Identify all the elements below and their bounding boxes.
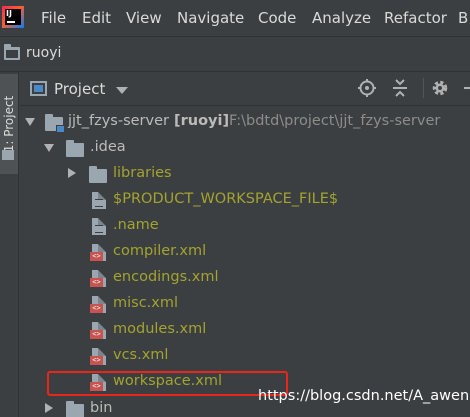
breadcrumb-project[interactable]: ruoyi: [26, 45, 61, 61]
folder-icon: [66, 140, 84, 157]
text-file-icon: [92, 192, 106, 209]
menu-analyze[interactable]: Analyze: [312, 9, 371, 27]
xml-file-icon: <>: [90, 270, 106, 287]
menu-refactor[interactable]: Refactor: [384, 9, 447, 27]
xml-file-icon: <>: [90, 296, 106, 313]
text-file-icon: [92, 218, 106, 235]
tree-root-module: [ruoyi]: [174, 113, 230, 129]
menu-bar: IJ File Edit View Navigate Code Analyze …: [0, 0, 470, 36]
xml-file-icon: <>: [90, 322, 106, 339]
locate-target-icon[interactable]: [357, 78, 377, 98]
panel-title[interactable]: Project: [54, 80, 105, 98]
tree-file[interactable]: misc.xml: [113, 294, 178, 312]
hide-panel-icon[interactable]: [458, 78, 470, 98]
watermark-text: https://blog.csdn.net/A_awen: [258, 388, 470, 404]
xml-file-icon: <>: [90, 244, 106, 261]
module-folder-icon: [45, 114, 65, 133]
menu-code[interactable]: Code: [258, 9, 296, 27]
collapse-arrow-icon[interactable]: [68, 168, 76, 178]
project-view-icon: [30, 81, 47, 96]
folder-icon: [66, 401, 84, 417]
folder-icon: [4, 44, 20, 60]
highlight-annotation: [47, 371, 288, 396]
menu-navigate[interactable]: Navigate: [177, 9, 244, 27]
tree-file[interactable]: vcs.xml: [113, 346, 168, 364]
gear-icon[interactable]: [430, 78, 450, 98]
expand-arrow-icon[interactable]: [44, 144, 54, 152]
tree-root-path: F:\bdtd\project\jjt_fzys-server: [229, 113, 441, 129]
navigation-bar: [0, 36, 470, 72]
tree-file[interactable]: $PRODUCT_WORKSPACE_FILE$: [113, 190, 338, 208]
project-tool-tab-label: 1: Project: [2, 95, 16, 153]
tree-file[interactable]: encodings.xml: [113, 268, 218, 286]
intellij-logo-icon: IJ: [2, 6, 24, 28]
tree-root-name[interactable]: jjt_fzys-server: [68, 112, 169, 130]
tree-bin-folder[interactable]: bin: [90, 399, 112, 417]
tree-libraries-folder[interactable]: libraries: [113, 164, 172, 182]
xml-file-icon: <>: [90, 348, 106, 365]
tree-file[interactable]: .name: [113, 216, 159, 234]
folder-icon: [89, 166, 107, 183]
menu-file[interactable]: File: [41, 9, 66, 27]
tree-file[interactable]: compiler.xml: [113, 242, 206, 260]
menu-edit[interactable]: Edit: [82, 9, 111, 27]
folder-icon: [2, 150, 14, 160]
tree-idea-folder[interactable]: .idea: [90, 138, 126, 156]
menu-build[interactable]: B: [458, 9, 468, 27]
chevron-down-icon[interactable]: [116, 87, 128, 94]
collapse-arrow-icon[interactable]: [45, 403, 53, 413]
toolbar-separator: [423, 78, 424, 98]
menu-view[interactable]: View: [126, 9, 162, 27]
tree-file[interactable]: modules.xml: [113, 320, 206, 338]
collapse-all-icon[interactable]: [390, 78, 410, 98]
expand-arrow-icon[interactable]: [25, 118, 35, 126]
